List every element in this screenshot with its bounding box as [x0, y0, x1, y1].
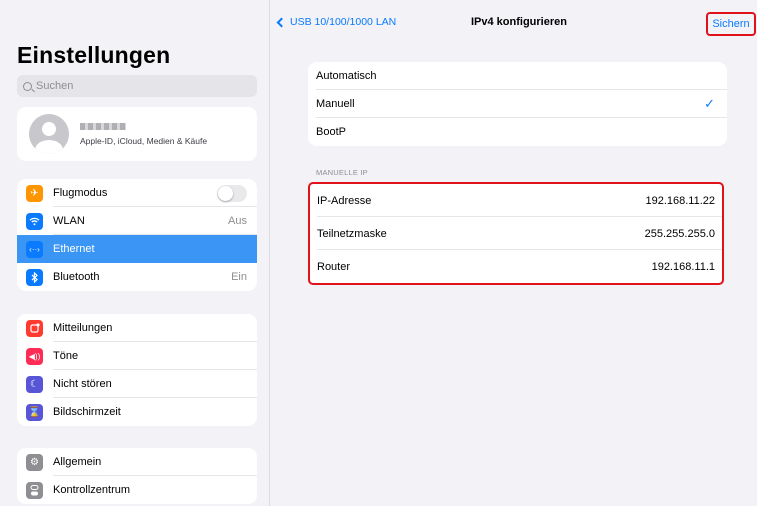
- section-header-manual-ip: MANUELLE IP: [316, 168, 368, 177]
- sidebar-item-nicht-stoeren[interactable]: ☾ Nicht stören: [17, 370, 257, 398]
- profile-name-redacted: [80, 122, 126, 130]
- sidebar-item-bildschirmzeit[interactable]: ⌛ Bildschirmzeit: [17, 398, 257, 426]
- router-field[interactable]: 192.168.11.1: [652, 261, 715, 273]
- sidebar-item-bluetooth[interactable]: Bluetooth Ein: [17, 263, 257, 291]
- option-manuell[interactable]: Manuell ✓: [308, 90, 727, 118]
- sidebar-item-toene[interactable]: ◀)) Töne: [17, 342, 257, 370]
- ip-address-row[interactable]: IP-Adresse 192.168.11.22: [310, 184, 722, 217]
- sidebar-item-label: Allgemein: [53, 456, 102, 468]
- option-bootp[interactable]: BootP: [308, 118, 727, 146]
- airplane-mode-toggle[interactable]: [217, 184, 247, 202]
- option-label: Manuell: [316, 98, 355, 110]
- notifications-icon: [26, 319, 43, 337]
- checkmark-icon: ✓: [704, 96, 715, 111]
- subnet-mask-field[interactable]: 255.255.255.0: [645, 228, 715, 240]
- wifi-icon: [26, 212, 43, 230]
- sidebar-item-label: Töne: [53, 350, 79, 362]
- search-input[interactable]: Suchen: [17, 75, 257, 97]
- field-label: IP-Adresse: [317, 194, 372, 207]
- sidebar-title: Einstellungen: [17, 42, 171, 68]
- sidebar-item-label: Bildschirmzeit: [53, 406, 121, 418]
- sidebar-item-label: Bluetooth: [53, 271, 100, 283]
- ip-address-field[interactable]: 192.168.11.22: [645, 195, 715, 207]
- chevron-left-icon: [276, 17, 287, 27]
- sidebar-item-ethernet[interactable]: ‹··› Ethernet: [17, 235, 257, 263]
- bluetooth-status: Ein: [231, 271, 247, 283]
- detail-pane: USB 10/100/1000 LAN IPv4 konfigurieren S…: [271, 0, 757, 506]
- option-label: Automatisch: [316, 70, 377, 82]
- apple-id-profile[interactable]: Apple-ID, iCloud, Medien & Käufe: [17, 107, 257, 161]
- sidebar-item-label: Kontrollzentrum: [53, 484, 131, 496]
- option-label: BootP: [316, 126, 346, 138]
- field-label: Router: [317, 260, 351, 273]
- sidebar-item-flugmodus[interactable]: ✈ Flugmodus: [17, 179, 257, 207]
- sidebar-item-label: WLAN: [53, 215, 85, 227]
- sounds-icon: ◀)): [26, 347, 43, 365]
- ethernet-icon: ‹··›: [26, 240, 43, 258]
- manual-ip-fields: IP-Adresse 192.168.11.22 Teilnetzmaske 2…: [308, 182, 724, 285]
- page-title: IPv4 konfigurieren: [471, 16, 567, 28]
- settings-group-connectivity: ✈ Flugmodus WLAN Aus ‹··› Ethernet Bluet…: [17, 179, 257, 291]
- search-icon: [23, 81, 32, 91]
- avatar: [29, 114, 69, 154]
- sidebar-item-mitteilungen[interactable]: Mitteilungen: [17, 314, 257, 342]
- sidebar-item-label: Ethernet: [53, 243, 95, 255]
- wlan-status: Aus: [228, 215, 247, 227]
- profile-subtitle: Apple-ID, iCloud, Medien & Käufe: [80, 135, 208, 146]
- option-automatisch[interactable]: Automatisch: [308, 62, 727, 90]
- bluetooth-icon: [26, 268, 43, 286]
- sidebar-item-wlan[interactable]: WLAN Aus: [17, 207, 257, 235]
- sidebar-item-allgemein[interactable]: ⚙ Allgemein: [17, 448, 257, 476]
- sidebar-item-label: Mitteilungen: [53, 322, 113, 334]
- settings-group-notifications: Mitteilungen ◀)) Töne ☾ Nicht stören ⌛ B…: [17, 314, 257, 426]
- field-label: Teilnetzmaske: [317, 227, 387, 240]
- save-button[interactable]: Sichern: [706, 12, 756, 36]
- settings-group-general: ⚙ Allgemein Kontrollzentrum: [17, 448, 257, 504]
- sidebar: Einstellungen Suchen Apple-ID, iCloud, M…: [0, 0, 270, 506]
- sidebar-item-kontrollzentrum[interactable]: Kontrollzentrum: [17, 476, 257, 504]
- sidebar-item-label: Nicht stören: [53, 378, 112, 390]
- moon-icon: ☾: [26, 375, 43, 393]
- hourglass-icon: ⌛: [26, 403, 43, 421]
- toggles-icon: [26, 481, 43, 499]
- ipv4-config-options: Automatisch Manuell ✓ BootP: [308, 62, 727, 146]
- router-row[interactable]: Router 192.168.11.1: [310, 250, 722, 283]
- airplane-icon: ✈: [26, 184, 43, 202]
- gear-icon: ⚙: [26, 453, 43, 471]
- back-button-label: USB 10/100/1000 LAN: [290, 16, 397, 28]
- search-placeholder: Suchen: [36, 80, 74, 92]
- subnet-mask-row[interactable]: Teilnetzmaske 255.255.255.0: [310, 217, 722, 250]
- back-button[interactable]: USB 10/100/1000 LAN: [276, 16, 397, 28]
- sidebar-item-label: Flugmodus: [53, 187, 108, 199]
